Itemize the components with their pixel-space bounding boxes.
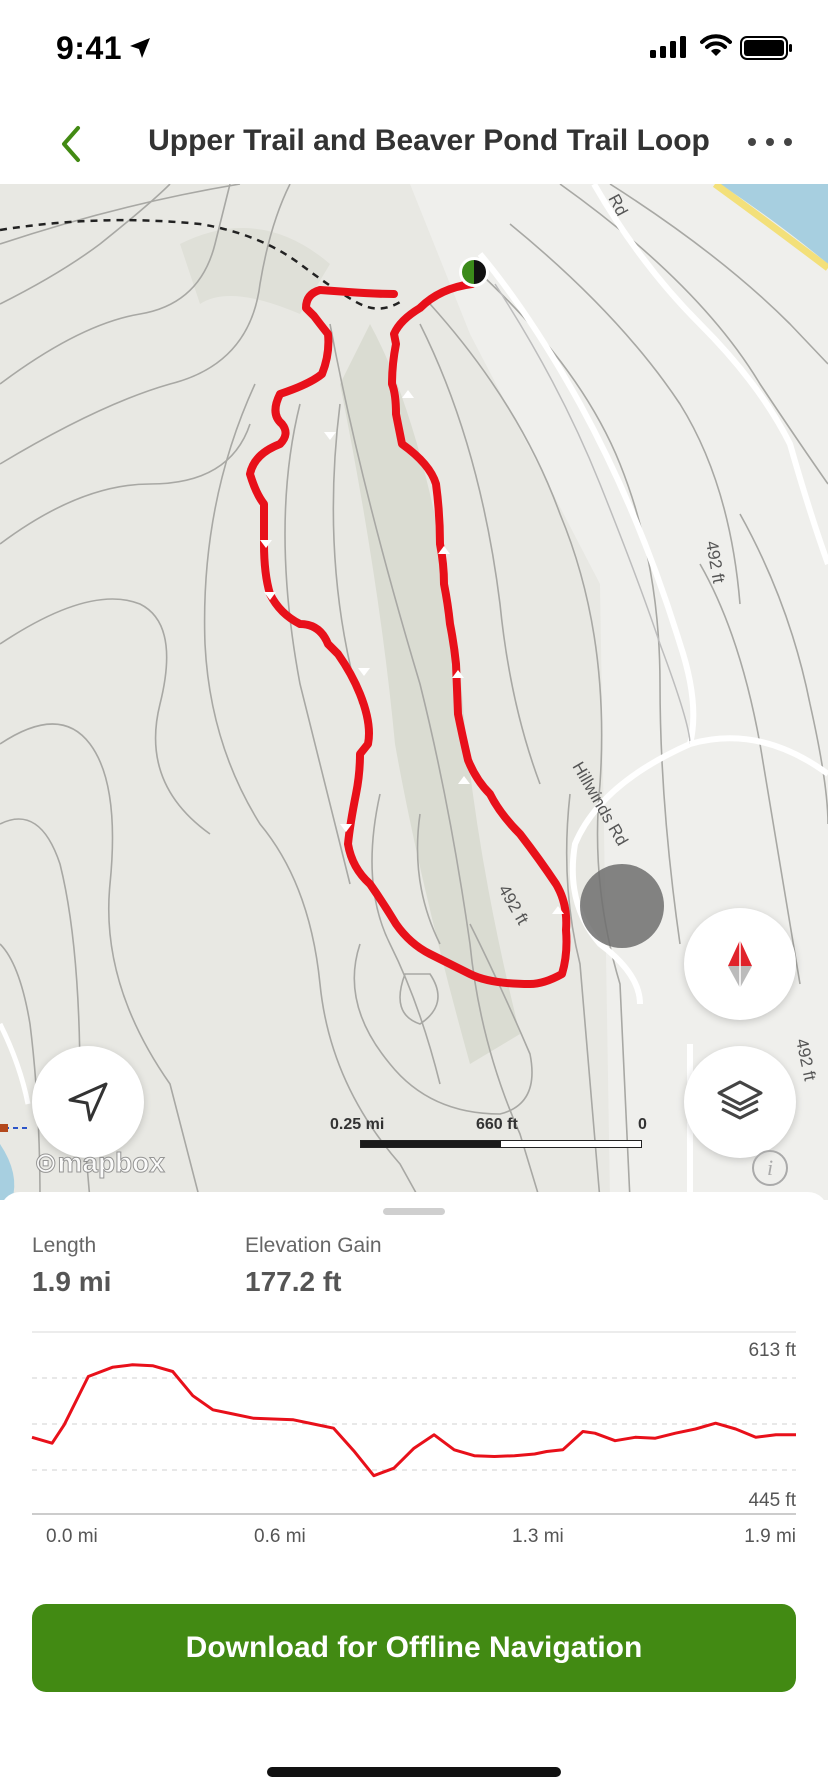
locate-me-button[interactable] [32, 1046, 144, 1158]
elevation-line [31, 1363, 796, 1478]
download-offline-button[interactable]: Download for Offline Navigation [32, 1604, 796, 1692]
home-indicator [267, 1767, 561, 1777]
scale-bar [360, 1140, 642, 1148]
status-time: 9:41 [56, 30, 123, 66]
map-canvas[interactable]: Rd 492 ft Hillwinds Rd 492 ft 492 ft [0, 184, 828, 1200]
y-tick-label: 613 ft [748, 1340, 796, 1361]
sheet-grabber[interactable] [383, 1208, 445, 1215]
info-icon[interactable]: i [752, 1150, 788, 1186]
elevation-gain-label: Elevation Gain [245, 1234, 382, 1257]
battery-icon [740, 36, 792, 60]
x-tick-label: 0.0 mi [46, 1526, 98, 1542]
location-arrow-icon [68, 1082, 108, 1122]
compass-icon [728, 940, 752, 988]
elevation-gain-stat: Elevation Gain 177.2 ft [245, 1234, 382, 1298]
map-scale: 0.25 mi 660 ft 0 [320, 1116, 647, 1148]
compass-button[interactable] [684, 908, 796, 1020]
more-options-button[interactable] [744, 130, 796, 154]
scale-right-label: 0 [638, 1116, 647, 1133]
scale-mid-label: 660 ft [476, 1116, 518, 1133]
status-bar: 9:41 [0, 0, 828, 100]
layers-button[interactable] [684, 1046, 796, 1158]
scale-left-label: 0.25 mi [330, 1116, 385, 1133]
length-stat: Length 1.9 mi [32, 1234, 111, 1298]
page-title: Upper Trail and Beaver Pond Trail Loop [148, 124, 710, 157]
elevation-chart[interactable]: 613 ft 445 ft 0.0 mi 0.6 mi 1.3 mi 1.9 mi [0, 1312, 828, 1542]
location-arrow-icon [130, 38, 150, 58]
ellipsis-icon [748, 138, 792, 146]
length-value: 1.9 mi [32, 1266, 112, 1297]
mapbox-logo: ⊙mapbox [34, 1147, 166, 1179]
signal-icon [650, 36, 686, 58]
x-tick-label: 0.6 mi [254, 1526, 306, 1542]
trail-map[interactable]: Rd 492 ft Hillwinds Rd 492 ft 492 ft 0.2… [0, 184, 828, 1200]
trail-start-marker[interactable] [459, 257, 489, 287]
y-tick-label: 445 ft [748, 1490, 796, 1511]
trail-marker-square [0, 1124, 8, 1132]
details-sheet: Length 1.9 mi Elevation Gain 177.2 ft 61… [0, 1192, 828, 1792]
x-tick-label: 1.9 mi [744, 1526, 796, 1542]
chevron-left-icon [62, 126, 80, 162]
length-label: Length [32, 1234, 97, 1257]
layers-icon [717, 1080, 763, 1120]
nav-bar: Upper Trail and Beaver Pond Trail Loop [0, 100, 828, 184]
elevation-gain-value: 177.2 ft [245, 1266, 342, 1297]
wifi-icon [700, 34, 732, 56]
back-button[interactable] [52, 122, 92, 166]
x-tick-label: 1.3 mi [512, 1526, 564, 1542]
user-location-dot [580, 864, 664, 948]
